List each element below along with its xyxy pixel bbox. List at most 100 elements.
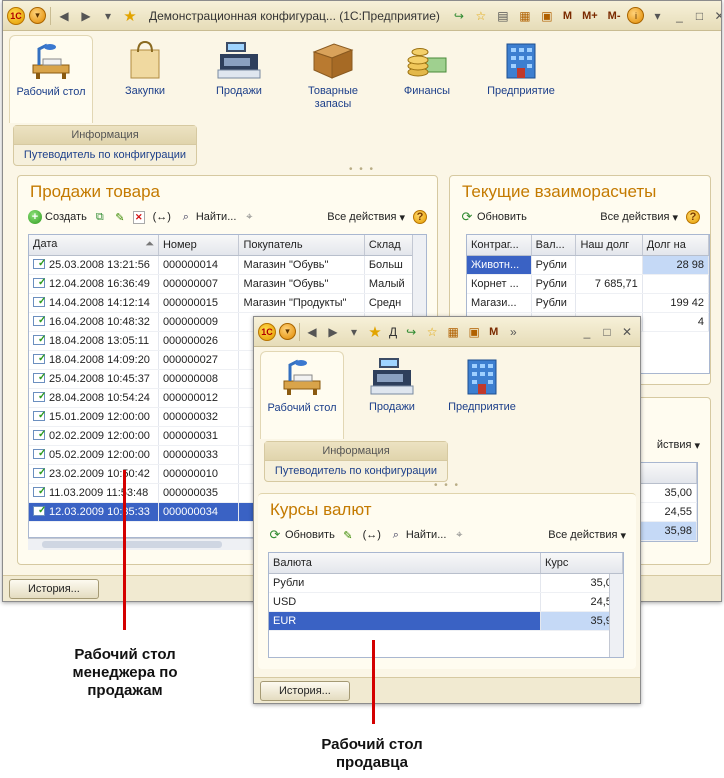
table-row[interactable]: 25.03.2008 13:21:56000000014Магазин "Обу… [29,255,426,275]
column-header-number[interactable]: Номер [158,235,240,256]
section-label: Рабочий стол [267,402,337,414]
cell-party: Магази... [467,293,532,313]
section-sales[interactable]: Продажи [197,35,281,123]
favorites-star-icon[interactable]: ★ [366,323,384,341]
find-button[interactable]: ⌕ Найти... [389,528,447,542]
table-row[interactable]: EUR 35,98 [269,611,623,631]
calculator-icon[interactable]: ▦ [516,7,534,25]
info-dropdown-icon[interactable]: ▾ [648,7,666,25]
info-icon[interactable]: i [627,7,645,24]
rates-cmd-right: Все действия ▾ [548,529,626,542]
add-favorite-icon[interactable]: ☆ [472,7,490,25]
forward-icon[interactable]: ▶ [324,323,342,341]
app-logo-icon[interactable]: 1С [7,6,25,25]
nav-guide-link[interactable]: Путеводитель по конфигурации [14,145,196,165]
link-icon[interactable]: ↪ [402,323,420,341]
section-enterprise[interactable]: Предприятие [440,351,524,439]
history-dropdown-icon[interactable]: ▾ [345,323,363,341]
scroll-thumb[interactable] [42,541,222,548]
cell-date: 25.03.2008 13:21:56 [29,255,159,275]
seller-status-bar: История... [254,677,640,703]
column-header-currency[interactable]: Вал... [531,235,577,256]
section-inventory[interactable]: Товарные запасы [291,35,375,123]
history-button[interactable]: История... [260,680,350,701]
section-finance[interactable]: Финансы [385,35,469,123]
main-menu-icon[interactable]: ▾ [29,7,46,24]
section-enterprise[interactable]: Предприятие [479,35,563,123]
find-button[interactable]: ⌕ Найти... [179,210,237,224]
section-desktop[interactable]: Рабочий стол [9,35,93,123]
all-actions-menu[interactable]: йствия ▾ [657,439,700,452]
history-dropdown-icon[interactable]: ▾ [99,7,117,25]
memory-m-button[interactable]: M [560,10,575,22]
minimize-icon[interactable]: _ [578,323,596,341]
table-row[interactable]: Животн... Рубли 28 98 [467,255,709,275]
all-actions-menu[interactable]: Все действия ▾ [327,211,405,224]
table-row[interactable]: Рубли 35,00 [269,573,623,593]
help-icon[interactable]: ? [413,210,427,224]
create-button[interactable]: + Создать [28,210,87,224]
history-button[interactable]: История... [9,578,99,599]
memory-m-button[interactable]: M [486,326,501,338]
all-actions-menu[interactable]: Все действия ▾ [600,211,678,224]
column-header-date[interactable]: Дата ⏶ [29,235,159,256]
posted-document-icon [33,315,46,326]
cancel-search-icon[interactable]: ⌖ [452,528,466,542]
print-icon[interactable]: ▤ [494,7,512,25]
splitter-grip[interactable]: • • • [254,481,640,492]
cell-date: 05.02.2009 12:00:00 [29,445,159,465]
all-actions-menu[interactable]: Все действия ▾ [548,529,626,542]
cancel-search-icon[interactable]: ⌖ [242,210,256,224]
maximize-icon[interactable]: □ [690,7,708,25]
add-favorite-icon[interactable]: ☆ [423,323,441,341]
table-row[interactable]: 14.04.2008 14:12:14000000015Магазин "Про… [29,293,426,313]
close-icon[interactable]: ✕ [710,7,721,25]
cell-number: 000000031 [158,426,240,446]
calendar-icon[interactable]: ▣ [538,7,556,25]
navigation-panel: Информация Путеводитель по конфигурации [264,441,448,482]
refresh-button[interactable]: ⟳ Обновить [460,209,527,224]
copy-icon[interactable]: ⧉ [93,210,107,224]
column-header-party[interactable]: Контраг... [467,235,532,256]
calendar-icon[interactable]: ▣ [465,323,483,341]
edit-icon[interactable]: ✎ [341,528,355,542]
calculator-icon[interactable]: ▦ [444,323,462,341]
edit-icon[interactable]: ✎ [113,210,127,224]
maximize-icon[interactable]: □ [598,323,616,341]
table-row[interactable]: 12.04.2008 16:36:49000000007Магазин "Обу… [29,274,426,294]
close-icon[interactable]: ✕ [618,323,636,341]
vertical-scrollbar[interactable] [609,574,623,657]
section-sales[interactable]: Продажи [350,351,434,439]
app-logo-icon[interactable]: 1С [258,322,276,341]
more-icon[interactable]: » [504,323,522,341]
nav-guide-link[interactable]: Путеводитель по конфигурации [265,461,447,481]
table-row[interactable]: Магази... Рубли 199 42 [467,293,709,313]
rates-panel-title: Курсы валют [270,500,372,519]
favorites-star-icon[interactable]: ★ [121,7,139,25]
link-icon[interactable]: ↪ [450,7,468,25]
section-desktop[interactable]: Рабочий стол [260,351,344,439]
delete-icon[interactable]: ✕ [132,210,145,224]
table-row[interactable]: USD 24,55 [269,592,623,612]
back-icon[interactable]: ◀ [303,323,321,341]
memory-mplus-button[interactable]: M+ [579,10,601,22]
forward-icon[interactable]: ▶ [77,7,95,25]
search-icon: ⌕ [392,528,399,541]
refresh-button[interactable]: ⟳ Обновить [268,527,335,542]
cell-date: 16.04.2008 10:48:32 [29,312,159,332]
help-icon[interactable]: ? [686,210,700,224]
filter-icon[interactable]: (↔) [151,210,173,224]
column-header-rate[interactable]: Курс [540,553,623,574]
table-row[interactable]: Корнет ... Рубли 7 685,71 [467,274,709,294]
back-icon[interactable]: ◀ [55,7,73,25]
column-header-our-debt[interactable]: Наш долг [575,235,643,256]
section-purchases[interactable]: Закупки [103,35,187,123]
minimize-icon[interactable]: _ [670,7,688,25]
main-menu-icon[interactable]: ▾ [279,323,296,340]
column-header-buyer[interactable]: Покупатель [238,235,365,256]
cell-date: 11.03.2009 11:53:48 [29,483,159,503]
column-header-their-debt[interactable]: Долг на [642,235,709,256]
filter-icon[interactable]: (↔) [361,528,383,542]
column-header-currency[interactable]: Валюта [269,553,541,574]
memory-mminus-button[interactable]: M- [605,10,624,22]
